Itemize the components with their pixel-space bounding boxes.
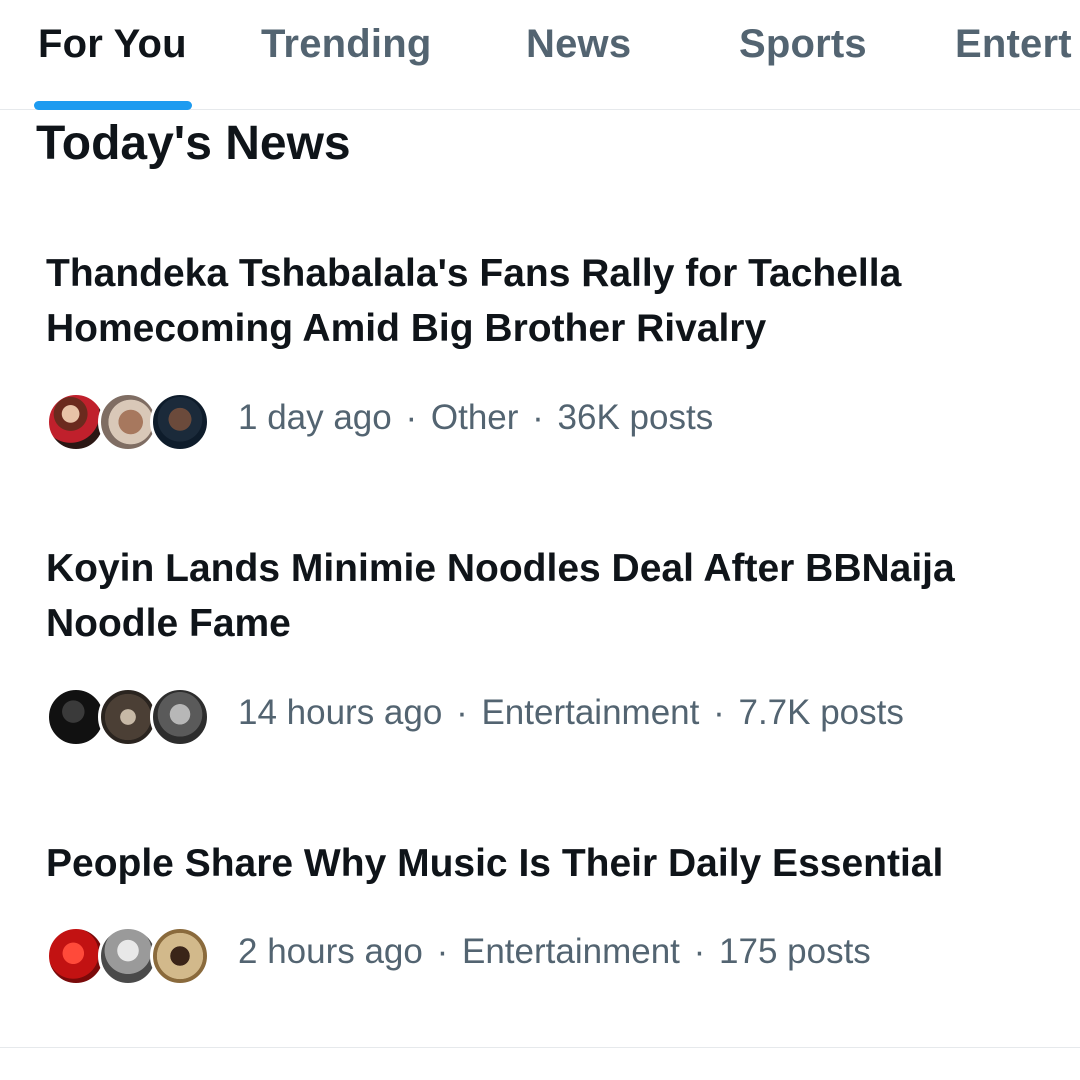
news-post-count: 7.7K posts bbox=[738, 693, 904, 732]
news-meta: 14 hours ago · Entertainment · 7.7K post… bbox=[238, 693, 904, 733]
avatar-group bbox=[46, 390, 216, 456]
avatar bbox=[98, 687, 158, 747]
news-post-count: 36K posts bbox=[557, 398, 714, 437]
avatar bbox=[46, 926, 106, 986]
avatar bbox=[46, 687, 106, 747]
avatar bbox=[98, 926, 158, 986]
news-time: 1 day ago bbox=[238, 398, 392, 437]
news-category: Entertainment bbox=[481, 693, 700, 732]
tab-for-you[interactable]: For You bbox=[38, 22, 187, 74]
news-item[interactable]: Koyin Lands Minimie Noodles Deal After B… bbox=[0, 541, 1080, 771]
news-headline: Thandeka Tshabalala's Fans Rally for Tac… bbox=[46, 252, 902, 350]
meta-separator: · bbox=[532, 398, 544, 437]
avatar bbox=[98, 392, 158, 452]
news-item[interactable]: Thandeka Tshabalala's Fans Rally for Tac… bbox=[0, 246, 1080, 476]
news-headline: Koyin Lands Minimie Noodles Deal After B… bbox=[46, 547, 955, 645]
tab-entertainment[interactable]: Entert bbox=[955, 22, 1072, 74]
news-time: 14 hours ago bbox=[238, 693, 443, 732]
news-item[interactable]: People Share Why Music Is Their Daily Es… bbox=[0, 836, 1080, 1006]
active-tab-indicator bbox=[34, 101, 192, 110]
avatar bbox=[150, 687, 210, 747]
news-category: Entertainment bbox=[462, 932, 680, 971]
news-meta: 2 hours ago · Entertainment · 175 posts bbox=[238, 932, 871, 972]
news-category: Other bbox=[430, 398, 519, 437]
avatar bbox=[150, 392, 210, 452]
news-headline: People Share Why Music Is Their Daily Es… bbox=[46, 842, 944, 885]
news-meta-row: 2 hours ago · Entertainment · 175 posts bbox=[46, 924, 1046, 990]
tab-trending[interactable]: Trending bbox=[261, 22, 432, 74]
news-meta: 1 day ago · Other · 36K posts bbox=[238, 398, 713, 438]
avatar bbox=[46, 392, 106, 452]
meta-separator: · bbox=[436, 932, 449, 971]
meta-separator: · bbox=[693, 932, 706, 971]
divider bbox=[0, 1047, 1080, 1048]
tab-sports[interactable]: Sports bbox=[739, 22, 867, 74]
news-meta-row: 1 day ago · Other · 36K posts bbox=[46, 390, 1046, 456]
meta-separator: · bbox=[405, 398, 418, 437]
section-title: Today's News bbox=[36, 117, 351, 170]
meta-separator: · bbox=[713, 693, 725, 732]
tab-bar: For You Trending News Sports Entert bbox=[0, 0, 1080, 110]
meta-separator: · bbox=[456, 693, 468, 732]
news-post-count: 175 posts bbox=[719, 932, 871, 971]
avatar-group bbox=[46, 685, 216, 751]
avatar-group bbox=[46, 924, 216, 990]
avatar bbox=[150, 926, 210, 986]
news-meta-row: 14 hours ago · Entertainment · 7.7K post… bbox=[46, 685, 1046, 751]
tab-news[interactable]: News bbox=[526, 22, 631, 74]
news-time: 2 hours ago bbox=[238, 932, 423, 971]
